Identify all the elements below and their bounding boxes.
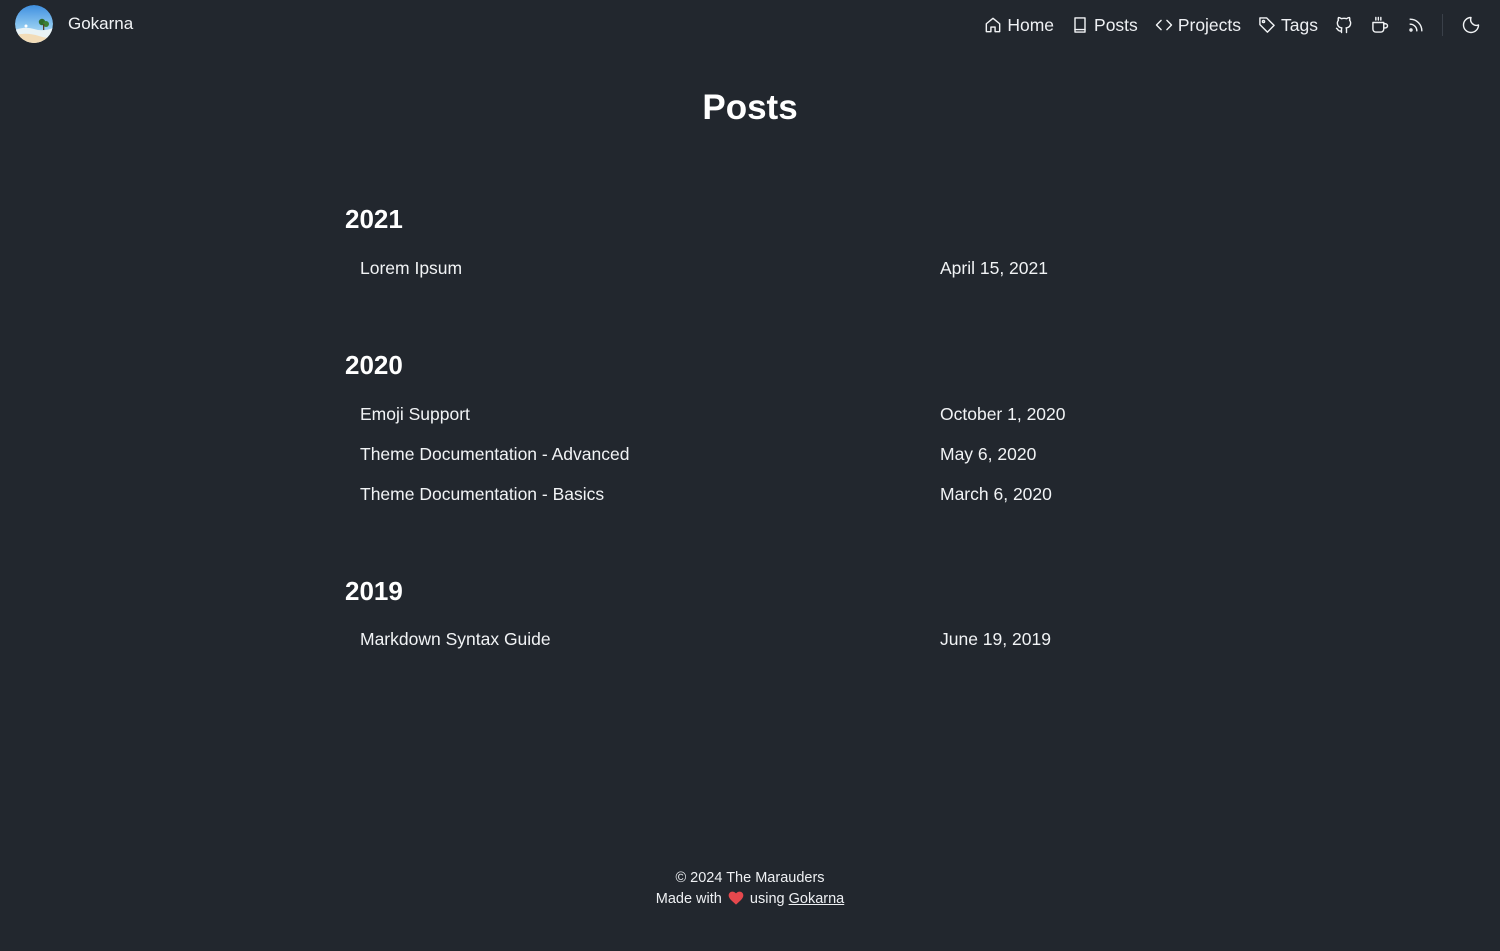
post-date: April 15, 2021 xyxy=(940,257,1048,278)
nav-home-label: Home xyxy=(1007,14,1055,35)
post-date: March 6, 2020 xyxy=(940,483,1052,504)
site-avatar xyxy=(15,5,53,43)
footer-credit: Made with using Gokarna xyxy=(0,889,1500,910)
nav-projects-label: Projects xyxy=(1177,14,1242,35)
footer-gokarna-link[interactable]: Gokarna xyxy=(789,891,845,907)
post-title-link[interactable]: Theme Documentation - Advanced xyxy=(360,444,629,465)
footer-made-with: Made with xyxy=(655,891,722,907)
post-date: October 1, 2020 xyxy=(940,403,1066,424)
footer-copyright: © 2024 The Marauders xyxy=(675,870,825,886)
nav-projects[interactable]: Projects xyxy=(1154,10,1241,40)
year-heading: 2021 xyxy=(345,204,403,234)
site-footer: © 2024 The Marauders Made with using Gok… xyxy=(0,868,1500,910)
post-title-link[interactable]: Lorem Ipsum xyxy=(360,258,462,279)
theme-toggle-button[interactable] xyxy=(1461,14,1481,36)
year-heading: 2019 xyxy=(345,576,403,606)
nav-posts[interactable]: Posts xyxy=(1070,10,1138,40)
year-group-2020: 2020 Emoji Support October 1, 2020 Theme… xyxy=(345,345,1155,514)
year-group-2019: 2019 Markdown Syntax Guide June 19, 2019 xyxy=(345,571,1155,659)
post-title-link[interactable]: Markdown Syntax Guide xyxy=(360,629,551,650)
main-nav: Home Posts Projects Tags xyxy=(983,0,1500,50)
nav-tags[interactable]: Tags xyxy=(1257,10,1318,40)
rss-link[interactable] xyxy=(1406,14,1426,36)
nav-divider xyxy=(1442,14,1443,36)
page-title: Posts xyxy=(702,88,798,127)
post-row: Markdown Syntax Guide June 19, 2019 xyxy=(345,619,1155,659)
site-brand-link[interactable]: Gokarna xyxy=(15,5,133,43)
post-row: Lorem Ipsum April 15, 2021 xyxy=(345,248,1155,288)
nav-tags-label: Tags xyxy=(1281,14,1318,35)
nav-posts-label: Posts xyxy=(1094,14,1138,35)
year-heading: 2020 xyxy=(345,350,403,380)
code-icon xyxy=(1155,19,1173,31)
heart-icon xyxy=(728,891,744,905)
tag-icon xyxy=(1259,17,1275,33)
footer-using: using xyxy=(749,891,785,907)
github-icon xyxy=(1335,16,1352,34)
coffee-icon xyxy=(1372,16,1389,33)
post-row: Theme Documentation - Advanced May 6, 20… xyxy=(345,434,1155,474)
post-title-link[interactable]: Theme Documentation - Basics xyxy=(360,484,604,505)
book-icon xyxy=(1074,17,1086,33)
coffee-link[interactable] xyxy=(1370,14,1390,36)
post-title-link[interactable]: Emoji Support xyxy=(360,404,470,425)
post-row: Theme Documentation - Basics March 6, 20… xyxy=(345,474,1155,514)
post-date: June 19, 2019 xyxy=(940,628,1051,649)
home-icon xyxy=(985,17,1001,33)
github-link[interactable] xyxy=(1334,14,1354,36)
site-name: Gokarna xyxy=(68,14,134,33)
rss-icon xyxy=(1409,18,1423,32)
year-group-2021: 2021 Lorem Ipsum April 15, 2021 xyxy=(345,199,1155,288)
top-navbar: Gokarna Home Posts Projects Tags xyxy=(0,0,1500,50)
post-date: May 6, 2020 xyxy=(940,443,1037,464)
nav-home[interactable]: Home xyxy=(983,10,1054,40)
post-row: Emoji Support October 1, 2020 xyxy=(345,394,1155,434)
moon-icon xyxy=(1462,16,1480,34)
